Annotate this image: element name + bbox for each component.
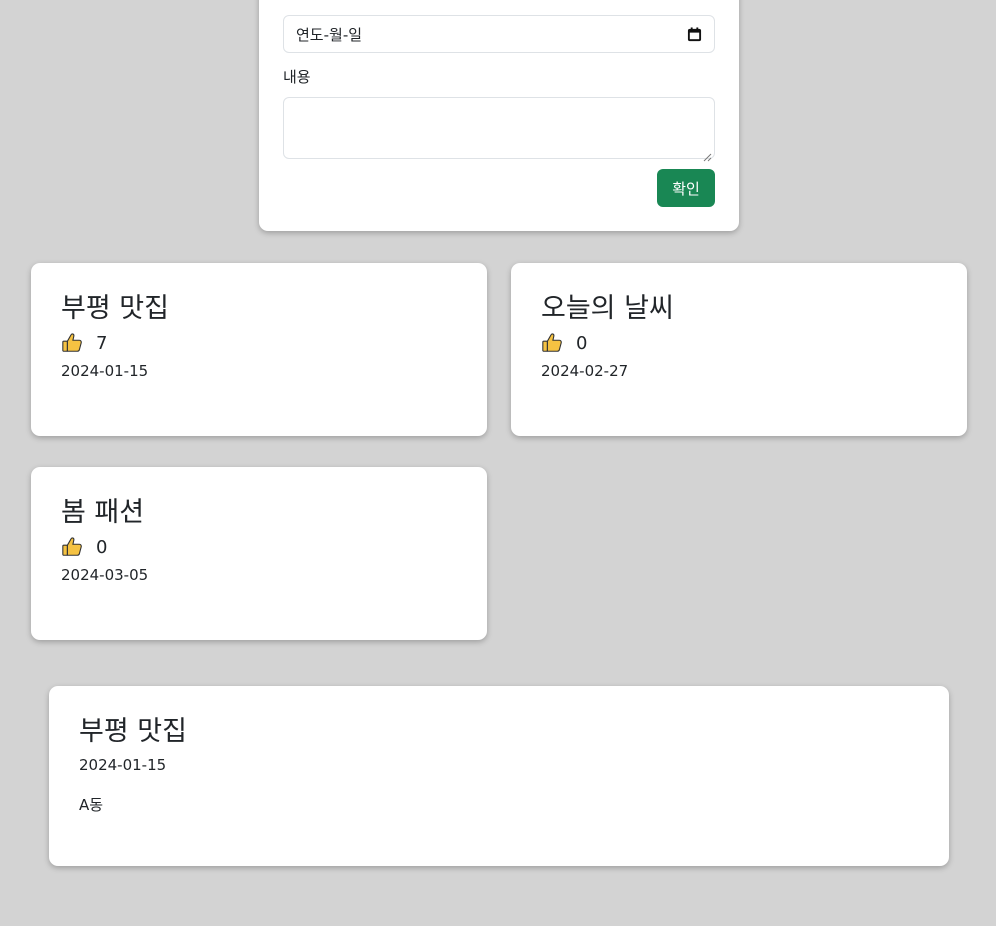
date-input-text: 연도-월-일 [296, 25, 363, 44]
post-card-2[interactable]: 오늘의 날씨 0 2024-02-27 [511, 263, 967, 436]
post-date: 2024-03-05 [61, 566, 149, 584]
thumbs-up-icon[interactable] [61, 332, 83, 354]
detail-title: 부평 맛집 [79, 716, 187, 747]
like-count: 7 [96, 332, 108, 354]
thumbs-up-icon[interactable] [61, 536, 83, 558]
resize-grip-icon[interactable] [703, 147, 712, 162]
post-date: 2024-01-15 [61, 362, 149, 380]
content-textarea[interactable] [283, 97, 715, 162]
post-date: 2024-02-27 [541, 362, 629, 380]
post-card-1[interactable]: 부평 맛집 7 2024-01-15 [31, 263, 487, 436]
date-input[interactable]: 연도-월-일 [283, 15, 715, 53]
post-detail-card: 부평 맛집 2024-01-15 A동 [49, 686, 949, 866]
content-label: 내용 [283, 68, 311, 86]
detail-content: A동 [79, 796, 104, 814]
like-count: 0 [96, 536, 108, 558]
post-card-3[interactable]: 봄 패션 0 2024-03-05 [31, 467, 487, 640]
like-row: 7 [61, 330, 457, 356]
post-title[interactable]: 부평 맛집 [61, 291, 457, 327]
post-title[interactable]: 봄 패션 [61, 495, 457, 531]
like-row: 0 [541, 330, 937, 356]
confirm-button[interactable]: 확인 [657, 169, 715, 207]
like-count: 0 [576, 332, 588, 354]
detail-date: 2024-01-15 [79, 756, 167, 774]
thumbs-up-icon[interactable] [541, 332, 563, 354]
page: 연도-월-일 내용 확인 부평 맛집 7 2024-01-15 오늘의 날씨 0… [0, 0, 996, 926]
post-form-card: 연도-월-일 내용 확인 [259, 0, 739, 231]
like-row: 0 [61, 534, 457, 560]
calendar-icon[interactable] [687, 26, 702, 42]
post-title[interactable]: 오늘의 날씨 [541, 291, 937, 327]
